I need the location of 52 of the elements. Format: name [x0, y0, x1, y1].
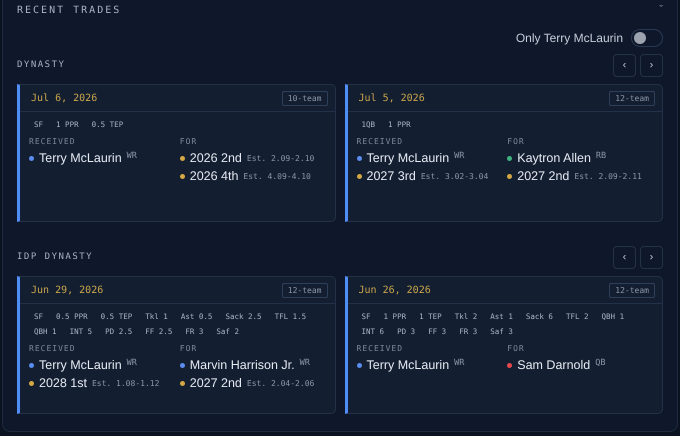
for-label: FOR	[507, 137, 526, 146]
filter-label: Only Terry McLaurin	[516, 31, 623, 45]
player-name: Sam Darnold	[517, 358, 590, 372]
for-label: FOR	[507, 344, 526, 353]
pick-estimate: Est. 4.09-4.10	[243, 172, 311, 180]
player-position: WR	[126, 358, 137, 368]
for-label: FOR	[180, 137, 198, 146]
player-position: WR	[454, 151, 464, 161]
player-position: WR	[300, 358, 310, 368]
received-label: RECEIVED	[29, 344, 77, 353]
trade-date: Jul 6, 2026	[31, 92, 98, 104]
previous-button[interactable]: ‹	[613, 54, 636, 76]
league-size: 12-team	[609, 282, 655, 298]
pick-estimate: Est. 2.09-2.10	[246, 154, 314, 162]
player-name: Kaytron Allen	[517, 151, 591, 165]
pick-name: 2027 2nd	[190, 376, 242, 390]
filter-toggle[interactable]	[631, 29, 663, 47]
player-position: QB	[595, 358, 606, 368]
league-size: 12-team	[282, 282, 328, 298]
pick-estimate: Est. 2.04-2.06	[246, 378, 314, 388]
for-label: FOR	[180, 344, 198, 353]
collapse-icon[interactable]: ˇ	[659, 4, 663, 16]
received-label: RECEIVED	[29, 137, 77, 146]
league-size: 10-team	[282, 90, 328, 106]
trade-date: Jul 5, 2026	[358, 92, 425, 104]
player-name: Terry McLaurin	[366, 151, 450, 165]
player-position: RB	[596, 151, 606, 161]
panel-title: RECENT TRADES	[17, 4, 122, 16]
pick-name: 2027 3rd	[366, 169, 416, 183]
received-label: RECEIVED	[356, 137, 404, 146]
previous-button[interactable]: ‹	[613, 246, 636, 268]
next-button[interactable]: ›	[640, 246, 663, 268]
pick-name: 2026 2nd	[190, 151, 242, 165]
trade-date: Jun 29, 2026	[31, 284, 104, 296]
pick-estimate: Est. 2.09-2.11	[574, 172, 642, 180]
section-title: IDP DYNASTY	[17, 252, 94, 262]
next-button[interactable]: ›	[640, 54, 663, 76]
player-name: Terry McLaurin	[39, 358, 122, 372]
section-title: DYNASTY	[17, 60, 66, 70]
league-size: 12-team	[609, 90, 655, 106]
pick-estimate: Est. 3.02-3.04	[420, 172, 488, 180]
player-name: Marvin Harrison Jr.	[190, 358, 295, 372]
player-name: Terry McLaurin	[39, 151, 122, 165]
received-label: RECEIVED	[356, 344, 404, 353]
pick-name: 2028 1st	[39, 376, 87, 390]
pick-name: 2026 4th	[190, 169, 238, 183]
player-position: WR	[454, 358, 464, 368]
player-name: Terry McLaurin	[366, 358, 450, 372]
player-position: WR	[126, 151, 137, 161]
trade-date: Jun 26, 2026	[358, 284, 431, 296]
pick-name: 2027 2nd	[517, 169, 570, 183]
pick-estimate: Est. 1.08-1.12	[92, 378, 160, 388]
